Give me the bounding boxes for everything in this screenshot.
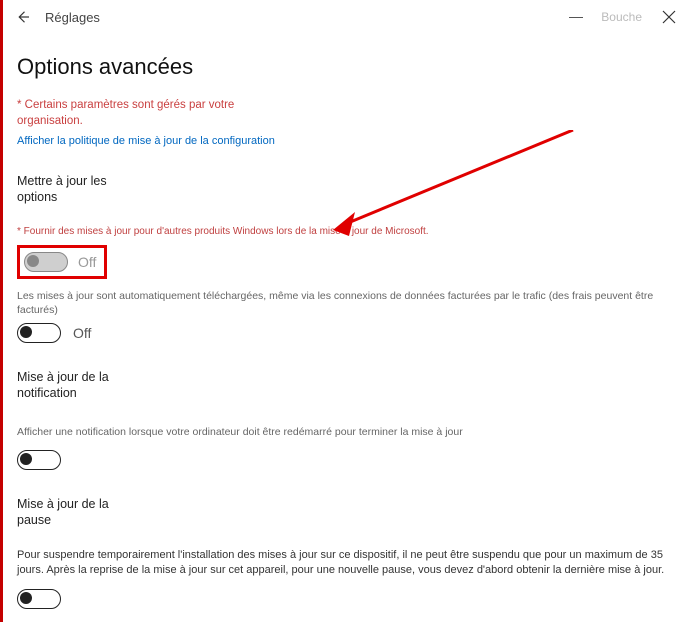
toggle-pause[interactable] — [17, 589, 61, 609]
metered-connection-desc: Les mises à jour sont automatiquement té… — [17, 289, 672, 317]
back-button[interactable] — [11, 5, 35, 29]
toggle-notification[interactable] — [17, 450, 61, 470]
section-heading-update-options: Mettre à jour les options — [17, 173, 137, 206]
managed-by-org-note: * Certains paramètres sont gérés par vot… — [17, 98, 277, 129]
pause-desc: Pour suspendre temporairement l'installa… — [17, 548, 672, 579]
toggle-other-products-label: Off — [78, 254, 96, 270]
titlebar-dim-text: Bouche — [601, 10, 642, 24]
minimize-button[interactable] — [569, 17, 583, 18]
update-other-products-note: * Fournir des mises à jour pour d'autres… — [17, 226, 672, 237]
toggle-metered-label: Off — [73, 325, 91, 341]
toggle-other-products[interactable] — [24, 252, 68, 272]
section-heading-pause: Mise à jour de la pause — [17, 496, 137, 529]
notification-desc: Afficher une notification lorsque votre … — [17, 425, 672, 439]
toggle-metered[interactable] — [17, 323, 61, 343]
policy-link[interactable]: Afficher la politique de mise à jour de … — [17, 135, 275, 147]
arrow-left-icon — [14, 8, 32, 26]
close-icon — [662, 10, 676, 24]
highlighted-toggle-container: Off — [17, 245, 107, 279]
titlebar: Réglages Bouche — [3, 0, 686, 34]
titlebar-title: Réglages — [45, 10, 100, 25]
section-heading-notification: Mise à jour de la notification — [17, 369, 137, 402]
close-button[interactable] — [660, 8, 678, 26]
page-title: Options avancées — [17, 42, 672, 98]
